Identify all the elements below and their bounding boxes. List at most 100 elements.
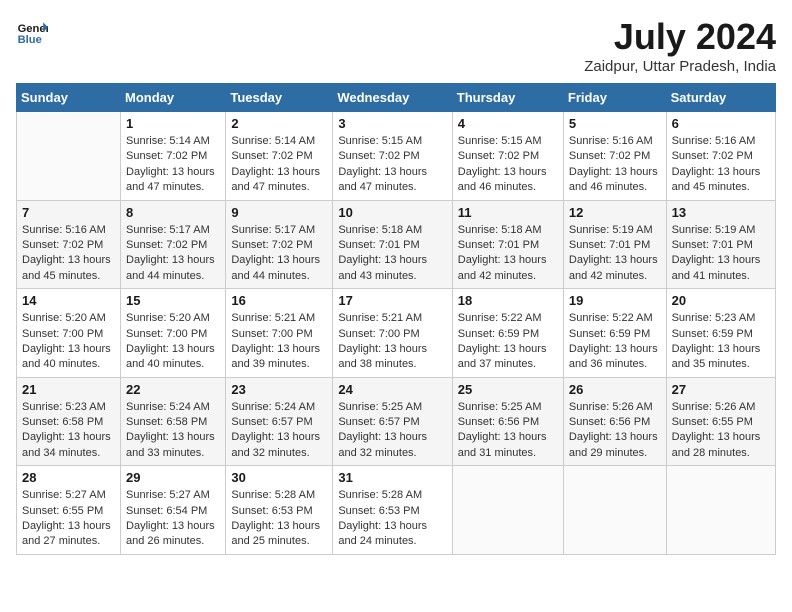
day-detail: Sunrise: 5:14 AMSunset: 7:02 PMDaylight:… (231, 134, 327, 196)
calendar-table: SundayMondayTuesdayWednesdayThursdayFrid… (16, 83, 776, 555)
page-header: General Blue July 2024 Zaidpur, Uttar Pr… (16, 16, 776, 75)
day-number: 8 (126, 205, 220, 220)
day-number: 1 (126, 116, 220, 131)
calendar-cell: 23Sunrise: 5:24 AMSunset: 6:57 PMDayligh… (226, 377, 333, 466)
calendar-cell: 25Sunrise: 5:25 AMSunset: 6:56 PMDayligh… (452, 377, 563, 466)
day-number: 11 (458, 205, 558, 220)
calendar-cell: 4 Sunrise: 5:15 AMSunset: 7:02 PMDaylight… (452, 112, 563, 201)
calendar-cell: 16Sunrise: 5:21 AMSunset: 7:00 PMDayligh… (226, 289, 333, 378)
calendar-cell (563, 466, 666, 555)
calendar-cell: 19 Sunrise: 5:22 AMSunset: 6:59 PMDayligh… (563, 289, 666, 378)
day-detail: Sunrise: 5:28 AMSunset: 6:53 PMDaylight:… (231, 488, 327, 550)
calendar-cell: 28Sunrise: 5:27 AMSunset: 6:55 PMDayligh… (17, 466, 121, 555)
day-detail: Sunrise: 5:16 AMSunset: 7:02 PMDaylight:… (22, 223, 115, 285)
calendar-cell (17, 112, 121, 201)
calendar-cell: 8 Sunrise: 5:17 AMSunset: 7:02 PMDaylight… (121, 200, 226, 289)
day-number: 27 (672, 382, 770, 397)
calendar-cell: 3Sunrise: 5:15 AMSunset: 7:02 PMDaylight… (333, 112, 452, 201)
day-detail: Sunrise: 5:21 AMSunset: 7:00 PMDaylight:… (338, 311, 446, 373)
calendar-cell: 27 Sunrise: 5:26 AMSunset: 6:55 PMDayligh… (666, 377, 775, 466)
col-header-sunday: Sunday (17, 84, 121, 112)
day-number: 31 (338, 470, 446, 485)
calendar-cell: 20Sunrise: 5:23 AMSunset: 6:59 PMDayligh… (666, 289, 775, 378)
day-number: 17 (338, 293, 446, 308)
day-detail: Sunrise: 5:28 AMSunset: 6:53 PMDaylight:… (338, 488, 446, 550)
day-number: 22 (126, 382, 220, 397)
day-detail: Sunrise: 5:24 AMSunset: 6:58 PMDaylight:… (126, 400, 220, 462)
calendar-cell: 31 Sunrise: 5:28 AMSunset: 6:53 PMDayligh… (333, 466, 452, 555)
calendar-cell: 12 Sunrise: 5:19 AMSunset: 7:01 PMDayligh… (563, 200, 666, 289)
day-number: 30 (231, 470, 327, 485)
day-number: 23 (231, 382, 327, 397)
day-number: 14 (22, 293, 115, 308)
title-block: July 2024 Zaidpur, Uttar Pradesh, India (584, 16, 776, 75)
day-detail: Sunrise: 5:27 AMSunset: 6:54 PMDaylight:… (126, 488, 220, 550)
calendar-cell: 26 Sunrise: 5:26 AMSunset: 6:56 PMDayligh… (563, 377, 666, 466)
day-number: 29 (126, 470, 220, 485)
day-detail: Sunrise: 5:22 AMSunset: 6:59 PMDaylight:… (458, 311, 558, 373)
calendar-cell: 17 Sunrise: 5:21 AMSunset: 7:00 PMDayligh… (333, 289, 452, 378)
calendar-cell: 30 Sunrise: 5:28 AMSunset: 6:53 PMDayligh… (226, 466, 333, 555)
day-number: 6 (672, 116, 770, 131)
calendar-cell: 5 Sunrise: 5:16 AMSunset: 7:02 PMDaylight… (563, 112, 666, 201)
calendar-week-row: 28Sunrise: 5:27 AMSunset: 6:55 PMDayligh… (17, 466, 776, 555)
day-detail: Sunrise: 5:19 AMSunset: 7:01 PMDaylight:… (672, 223, 770, 285)
day-detail: Sunrise: 5:25 AMSunset: 6:57 PMDaylight:… (338, 400, 446, 462)
day-detail: Sunrise: 5:19 AMSunset: 7:01 PMDaylight:… (569, 223, 661, 285)
day-detail: Sunrise: 5:17 AMSunset: 7:02 PMDaylight:… (126, 223, 220, 285)
calendar-week-row: 21 Sunrise: 5:23 AMSunset: 6:58 PMDayligh… (17, 377, 776, 466)
calendar-cell: 29 Sunrise: 5:27 AMSunset: 6:54 PMDayligh… (121, 466, 226, 555)
calendar-week-row: 7 Sunrise: 5:16 AMSunset: 7:02 PMDaylight… (17, 200, 776, 289)
day-number: 10 (338, 205, 446, 220)
calendar-cell: 1 Sunrise: 5:14 AMSunset: 7:02 PMDaylight… (121, 112, 226, 201)
calendar-week-row: 14 Sunrise: 5:20 AMSunset: 7:00 PMDayligh… (17, 289, 776, 378)
day-detail: Sunrise: 5:14 AMSunset: 7:02 PMDaylight:… (126, 134, 220, 196)
day-detail: Sunrise: 5:20 AMSunset: 7:00 PMDaylight:… (22, 311, 115, 373)
calendar-cell: 18 Sunrise: 5:22 AMSunset: 6:59 PMDayligh… (452, 289, 563, 378)
day-number: 18 (458, 293, 558, 308)
calendar-cell: 22 Sunrise: 5:24 AMSunset: 6:58 PMDayligh… (121, 377, 226, 466)
calendar-cell: 11 Sunrise: 5:18 AMSunset: 7:01 PMDayligh… (452, 200, 563, 289)
logo: General Blue (16, 16, 48, 48)
day-detail: Sunrise: 5:23 AMSunset: 6:59 PMDaylight:… (672, 311, 770, 373)
day-detail: Sunrise: 5:16 AMSunset: 7:02 PMDaylight:… (569, 134, 661, 196)
col-header-tuesday: Tuesday (226, 84, 333, 112)
column-header-row: SundayMondayTuesdayWednesdayThursdayFrid… (17, 84, 776, 112)
day-detail: Sunrise: 5:20 AMSunset: 7:00 PMDaylight:… (126, 311, 220, 373)
calendar-body: 1 Sunrise: 5:14 AMSunset: 7:02 PMDaylight… (17, 112, 776, 555)
day-number: 24 (338, 382, 446, 397)
calendar-cell: 14 Sunrise: 5:20 AMSunset: 7:00 PMDayligh… (17, 289, 121, 378)
calendar-cell: 7 Sunrise: 5:16 AMSunset: 7:02 PMDaylight… (17, 200, 121, 289)
day-number: 21 (22, 382, 115, 397)
calendar-week-row: 1 Sunrise: 5:14 AMSunset: 7:02 PMDaylight… (17, 112, 776, 201)
calendar-cell: 15Sunrise: 5:20 AMSunset: 7:00 PMDayligh… (121, 289, 226, 378)
day-number: 19 (569, 293, 661, 308)
col-header-thursday: Thursday (452, 84, 563, 112)
month-year-title: July 2024 (584, 16, 776, 58)
day-number: 12 (569, 205, 661, 220)
calendar-cell (452, 466, 563, 555)
day-number: 4 (458, 116, 558, 131)
day-number: 9 (231, 205, 327, 220)
svg-text:Blue: Blue (18, 34, 42, 46)
calendar-cell: 6Sunrise: 5:16 AMSunset: 7:02 PMDaylight… (666, 112, 775, 201)
day-number: 13 (672, 205, 770, 220)
logo-icon: General Blue (16, 16, 48, 48)
day-number: 16 (231, 293, 327, 308)
calendar-cell: 13 Sunrise: 5:19 AMSunset: 7:01 PMDayligh… (666, 200, 775, 289)
day-detail: Sunrise: 5:26 AMSunset: 6:56 PMDaylight:… (569, 400, 661, 462)
day-detail: Sunrise: 5:18 AMSunset: 7:01 PMDaylight:… (458, 223, 558, 285)
day-detail: Sunrise: 5:23 AMSunset: 6:58 PMDaylight:… (22, 400, 115, 462)
day-number: 26 (569, 382, 661, 397)
day-detail: Sunrise: 5:22 AMSunset: 6:59 PMDaylight:… (569, 311, 661, 373)
day-number: 7 (22, 205, 115, 220)
day-number: 28 (22, 470, 115, 485)
col-header-friday: Friday (563, 84, 666, 112)
day-detail: Sunrise: 5:15 AMSunset: 7:02 PMDaylight:… (458, 134, 558, 196)
day-number: 5 (569, 116, 661, 131)
day-number: 2 (231, 116, 327, 131)
day-detail: Sunrise: 5:26 AMSunset: 6:55 PMDaylight:… (672, 400, 770, 462)
location-subtitle: Zaidpur, Uttar Pradesh, India (584, 58, 776, 75)
day-number: 3 (338, 116, 446, 131)
col-header-saturday: Saturday (666, 84, 775, 112)
